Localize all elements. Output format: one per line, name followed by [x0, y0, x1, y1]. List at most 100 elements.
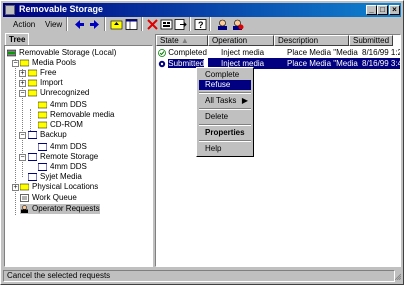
folder-icon	[28, 79, 37, 87]
status-text: Cancel the selected requests	[3, 270, 395, 282]
tree-node-free[interactable]: Free	[28, 68, 56, 78]
completed-check-icon	[158, 48, 166, 57]
collapse-toggle[interactable]: −	[19, 132, 26, 139]
tree-node-import[interactable]: Import	[28, 78, 63, 88]
menu-bar: Action View ?	[3, 17, 401, 32]
column-header-state[interactable]: State ▲	[156, 35, 208, 46]
toolbar-separator	[189, 17, 191, 31]
menu-item-properties[interactable]: Properties	[199, 128, 251, 138]
tree-node-label: Backup	[40, 130, 67, 139]
menu-item-delete[interactable]: Delete	[199, 112, 251, 122]
tree-node-removable-media[interactable]: Removable media	[38, 110, 114, 120]
folder-icon	[38, 121, 47, 129]
folder-icon	[38, 101, 47, 109]
expand-toggle[interactable]: +	[19, 70, 26, 77]
expand-toggle[interactable]: +	[19, 80, 26, 87]
svg-text:?: ?	[198, 20, 204, 30]
properties-icon[interactable]	[160, 18, 173, 31]
tree-node-backup[interactable]: Backup	[28, 130, 67, 140]
submitted-cell: 8/16/99 1:21	[362, 48, 400, 57]
menu-item-help[interactable]: Help	[199, 144, 251, 154]
tree-node-unrecognized[interactable]: Unrecognized	[28, 88, 89, 98]
tree-node-cd-rom[interactable]: CD-ROM	[38, 120, 83, 130]
tree-node-label: Physical Locations	[32, 182, 99, 191]
library-icon	[38, 142, 47, 151]
tree-node-physical-locations[interactable]: Physical Locations	[20, 182, 98, 192]
menu-separator	[199, 108, 251, 110]
storage-icon	[7, 49, 16, 57]
tree-node-label: Removable Storage (Local)	[19, 48, 117, 57]
tree-node-operator-requests[interactable]: Operator Requests	[20, 204, 100, 214]
column-header-operation[interactable]: Operation	[208, 35, 274, 46]
table-row-selected[interactable]: Submitted Inject media Place Media "Medi…	[156, 58, 400, 69]
table-row[interactable]: Completed Inject media Place Media "Medi…	[156, 47, 400, 58]
queue-icon	[20, 194, 29, 202]
toolbar-separator	[66, 17, 68, 31]
menu-item-complete[interactable]: Complete	[199, 70, 251, 80]
menu-action[interactable]: Action	[13, 20, 35, 29]
tree-node-label: Media Pools	[32, 58, 77, 67]
menu-item-all-tasks[interactable]: All Tasks ▶	[199, 96, 251, 106]
title-bar[interactable]: Removable Storage _ □ ×	[3, 3, 401, 17]
forward-icon[interactable]	[88, 18, 101, 31]
tab-tree[interactable]: Tree	[5, 33, 29, 45]
tree-node-remote-storage[interactable]: Remote Storage	[28, 152, 98, 162]
tree-node-label: Unrecognized	[40, 88, 90, 97]
expand-toggle[interactable]: +	[12, 184, 19, 191]
collapse-toggle[interactable]: −	[19, 90, 26, 97]
state-text: Completed	[168, 48, 207, 57]
tree-node-media-pools[interactable]: Media Pools	[20, 58, 76, 68]
eject-icon[interactable]	[231, 18, 244, 31]
collapse-toggle[interactable]: −	[12, 60, 19, 67]
status-bar: Cancel the selected requests	[3, 270, 402, 282]
tree-node-label: 4mm DDS	[50, 100, 87, 109]
operation-cell: Inject media	[221, 48, 265, 57]
results-pane[interactable]: State ▲ Operation Description Submitted …	[155, 34, 401, 267]
folder-icon	[38, 111, 47, 119]
collapse-toggle[interactable]: −	[19, 154, 26, 161]
library-icon	[38, 162, 47, 171]
back-icon[interactable]	[73, 18, 86, 31]
folder-icon	[20, 59, 29, 67]
menu-separator	[199, 92, 251, 94]
library-icon	[28, 152, 37, 161]
maximize-button[interactable]: □	[377, 5, 388, 15]
window-title: Removable Storage	[19, 4, 104, 14]
tree-pane[interactable]: Removable Storage (Local) − Media Pools …	[4, 45, 153, 267]
close-button[interactable]: ×	[389, 5, 400, 15]
tree-node-label: 4mm DDS	[50, 142, 87, 151]
resize-grip-icon[interactable]	[394, 272, 402, 281]
tree-node-label: CD-ROM	[50, 120, 83, 129]
tree-node-removable-storage[interactable]: Removable Storage (Local)	[7, 48, 116, 58]
main-window: Removable Storage _ □ × Action View ? Tr…	[0, 0, 404, 285]
tree-node-work-queue[interactable]: Work Queue	[20, 193, 77, 203]
delete-icon[interactable]	[146, 18, 159, 31]
column-label: State	[160, 36, 179, 45]
column-header-submitted[interactable]: Submitted	[349, 35, 393, 46]
folder-icon	[20, 183, 29, 191]
export-icon[interactable]	[174, 18, 187, 31]
mount-icon[interactable]	[216, 18, 229, 31]
state-cell: Completed	[158, 47, 208, 58]
menu-item-refuse[interactable]: Refuse	[199, 80, 251, 90]
toolbar-separator	[141, 17, 143, 31]
tree-node-label: Syjet Media	[40, 172, 82, 181]
tree-node-4mm-dds[interactable]: 4mm DDS	[38, 100, 87, 110]
tree-node-syjet-media[interactable]: Syjet Media	[28, 172, 82, 182]
library-icon	[28, 130, 37, 139]
toolbar-separator	[104, 17, 106, 31]
tree-node-label: Import	[40, 78, 63, 87]
menu-separator	[199, 140, 251, 142]
minimize-button[interactable]: _	[366, 5, 377, 15]
column-header-description[interactable]: Description	[274, 35, 349, 46]
up-folder-icon[interactable]	[110, 18, 123, 31]
app-icon	[5, 5, 15, 15]
show-hide-tree-icon[interactable]	[125, 18, 138, 31]
menu-item-label: All Tasks	[205, 96, 237, 105]
help-icon[interactable]: ?	[194, 18, 207, 31]
tree-node-remote-4mm-dds[interactable]: 4mm DDS	[38, 162, 87, 172]
tree-node-backup-4mm-dds[interactable]: 4mm DDS	[38, 142, 87, 152]
tree-node-label: Work Queue	[32, 193, 77, 202]
tree-node-label: Operator Requests	[32, 204, 100, 213]
menu-view[interactable]: View	[45, 20, 62, 29]
